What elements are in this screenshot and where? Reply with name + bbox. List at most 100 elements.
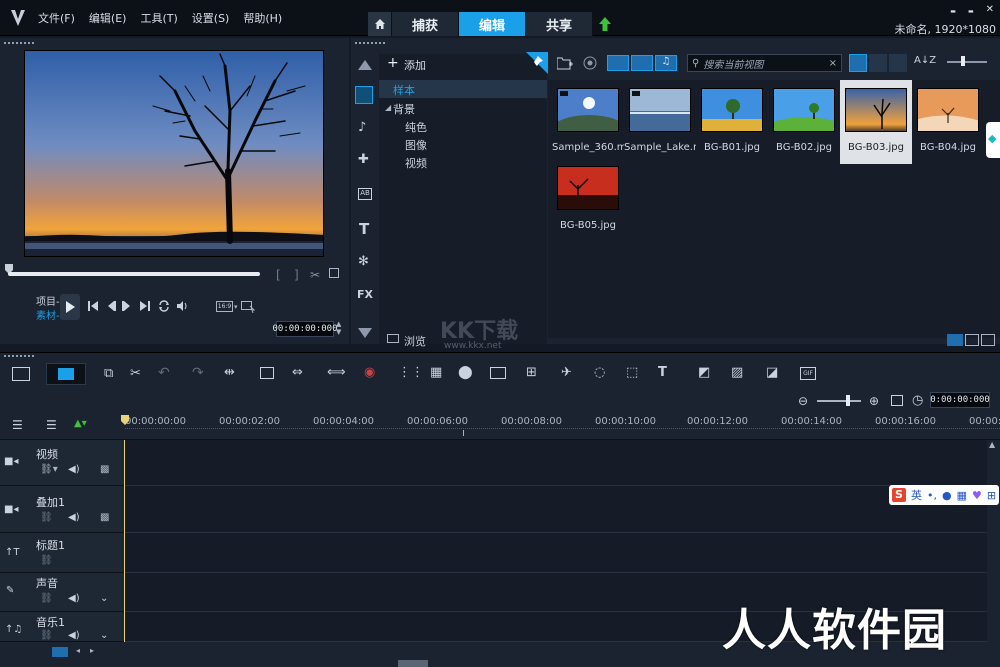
link-icon[interactable]: ⛓▾ xyxy=(40,464,58,475)
library-item[interactable]: BG-B01.jpg xyxy=(696,88,768,164)
ime-skin-icon[interactable]: ♥ xyxy=(972,489,982,502)
motion-tracking-icon[interactable]: ⟺ xyxy=(327,365,346,380)
next-frame-icon[interactable] xyxy=(122,301,132,311)
copy-attributes-icon[interactable]: ⧉ xyxy=(104,366,113,381)
timeline-ruler[interactable]: ☰ ☰ ▲▾ 00:00:00:00 00:00:02:00 00:00:04:… xyxy=(0,412,1000,440)
track-expand-icon[interactable]: ⌄ xyxy=(100,630,108,641)
timeline-nav-button[interactable] xyxy=(52,647,68,657)
thumbnail-view-button[interactable] xyxy=(849,54,867,72)
show-audio-toggle[interactable]: ♫ xyxy=(655,55,677,71)
go-start-icon[interactable] xyxy=(88,301,98,311)
menu-edit[interactable]: 编辑(E) xyxy=(89,10,127,26)
tree-item-image[interactable]: 图像 xyxy=(405,137,427,153)
crop-icon[interactable]: ◪ xyxy=(766,365,778,380)
menu-tools[interactable]: 工具(T) xyxy=(140,10,177,26)
library-item-selected[interactable]: BG-B03.jpg xyxy=(840,80,912,164)
mode-clip[interactable]: 素材- xyxy=(36,307,60,322)
pin-panel-icon[interactable] xyxy=(526,52,548,74)
redo-icon[interactable]: ↷ xyxy=(192,365,204,381)
home-tab[interactable] xyxy=(368,12,392,36)
scroll-right-icon[interactable]: ▸ xyxy=(90,646,94,655)
panel-grip[interactable] xyxy=(4,355,34,359)
tree-item-video[interactable]: 视频 xyxy=(405,155,427,171)
face-effects-icon[interactable]: ◩ xyxy=(698,365,710,380)
tree-item-sample[interactable]: 样本 xyxy=(379,80,547,98)
speed-ramp-icon[interactable]: ✈ xyxy=(561,365,572,380)
zoom-in-icon[interactable]: ⊕ xyxy=(869,394,879,408)
display-mode-icon[interactable] xyxy=(241,301,255,313)
show-video-toggle[interactable] xyxy=(607,55,629,71)
timeline-timecode[interactable]: 0:00:00:000 xyxy=(930,392,990,408)
track-header-overlay[interactable]: ■◂ 叠加1 ⛓ ◀) ▩ xyxy=(0,486,124,533)
gif-creator-icon[interactable]: GIF xyxy=(800,367,816,380)
fx-category-icon[interactable]: FX xyxy=(357,288,373,301)
scroll-left-icon[interactable]: ◂ xyxy=(76,646,80,655)
library-item[interactable]: BG-B05.jpg xyxy=(552,166,624,242)
zoom-slider[interactable] xyxy=(817,400,861,402)
title-3d-icon[interactable]: T xyxy=(658,365,667,380)
track-header-voice[interactable]: ✎ 声音 ⛓ ◀) ⌄ xyxy=(0,573,124,612)
record-screen-icon[interactable] xyxy=(260,367,274,379)
mode-project[interactable]: 项目- xyxy=(36,293,60,308)
upload-arrow-icon[interactable] xyxy=(598,16,612,32)
tree-collapse-icon[interactable]: ◢ xyxy=(385,103,391,112)
scroll-up-arrow-icon[interactable]: ▲ xyxy=(989,440,995,449)
import-folder-icon[interactable] xyxy=(557,56,573,70)
track-mute-icon[interactable]: ◀) xyxy=(68,593,80,604)
tools-icon[interactable]: ✂ xyxy=(130,366,141,381)
copy-frame-icon[interactable] xyxy=(329,268,339,278)
track-mute-icon[interactable]: ◀) xyxy=(68,630,80,641)
track-manager-icon[interactable]: ☰ xyxy=(12,418,23,432)
aspect-dropdown-icon[interactable]: ▾ xyxy=(234,303,238,311)
ime-punctuation-icon[interactable]: •, xyxy=(927,489,937,502)
track-mute-icon[interactable]: ◀) xyxy=(68,464,80,475)
horizontal-scroll-thumb[interactable] xyxy=(398,660,428,667)
mask-creator-icon[interactable]: ⬤ xyxy=(458,365,473,380)
preview-timecode[interactable]: 00:00:00:000 xyxy=(272,321,338,337)
thumbnail-size-slider[interactable] xyxy=(947,61,987,63)
library-item[interactable]: Sample_Lake.m... xyxy=(624,88,696,164)
instant-project-icon[interactable]: ✚ xyxy=(358,152,369,167)
lens-correction-icon[interactable]: ▨ xyxy=(731,365,743,380)
track-mute-icon[interactable]: ◀) xyxy=(68,512,80,523)
link-icon[interactable]: ⛓ xyxy=(40,593,53,604)
show-photo-toggle[interactable] xyxy=(631,55,653,71)
audio-wave-icon[interactable]: ⋮⋮ xyxy=(398,365,424,380)
prev-frame-icon[interactable] xyxy=(106,301,116,311)
tab-capture[interactable]: 捕获 xyxy=(392,12,459,36)
menu-help[interactable]: 帮助(H) xyxy=(243,10,282,26)
tree-item-solid[interactable]: 纯色 xyxy=(405,119,427,135)
library-item[interactable]: BG-B04.jpg xyxy=(912,88,984,164)
fit-timeline-icon[interactable]: ⇹ xyxy=(224,365,235,380)
vertical-scrollbar[interactable]: ▲ xyxy=(987,440,1000,642)
close-button[interactable]: ✕ xyxy=(986,4,994,15)
play-button[interactable] xyxy=(60,294,80,320)
title-template-icon[interactable]: AB xyxy=(358,188,372,200)
go-end-icon[interactable] xyxy=(140,301,150,311)
library-item[interactable]: Sample_360.mp4 xyxy=(552,88,624,164)
timecode-stepper[interactable]: ▲ ▼ xyxy=(336,320,341,336)
tree-item-background[interactable]: 背景 xyxy=(393,101,415,117)
track-header-title[interactable]: ↑T 标题1 ⛓ xyxy=(0,533,124,573)
library-layout-button-2[interactable] xyxy=(965,334,979,346)
media-category-icon[interactable] xyxy=(355,86,373,104)
grid-view-button[interactable] xyxy=(889,54,907,72)
track-header-music[interactable]: ↑♫ 音乐1 ⛓ ◀) ⌄ xyxy=(0,612,124,642)
minimize-button[interactable]: ▬ xyxy=(950,8,956,15)
library-item[interactable]: BG-B02.jpg xyxy=(768,88,840,164)
link-icon[interactable]: ⛓ xyxy=(40,512,53,523)
volume-icon[interactable] xyxy=(176,300,188,312)
undo-icon[interactable]: ↶ xyxy=(158,365,170,381)
add-marker-icon[interactable]: ▲▾ xyxy=(74,418,87,429)
auto-music-icon[interactable]: ◉ xyxy=(364,365,375,380)
link-icon[interactable]: ⛓ xyxy=(40,630,53,641)
ime-toolbox-icon[interactable]: ⊞ xyxy=(987,489,996,502)
add-folder-button[interactable]: 添加 xyxy=(404,57,426,73)
sort-button[interactable]: A↓Z xyxy=(914,55,936,66)
timeline-view-button[interactable] xyxy=(46,363,86,385)
ime-microphone-icon[interactable]: ● xyxy=(942,489,952,502)
menu-file[interactable]: 文件(F) xyxy=(38,10,75,26)
library-layout-button-3[interactable] xyxy=(981,334,995,346)
link-icon[interactable]: ⛓ xyxy=(40,555,53,566)
track-lane-overlay[interactable] xyxy=(125,486,987,533)
